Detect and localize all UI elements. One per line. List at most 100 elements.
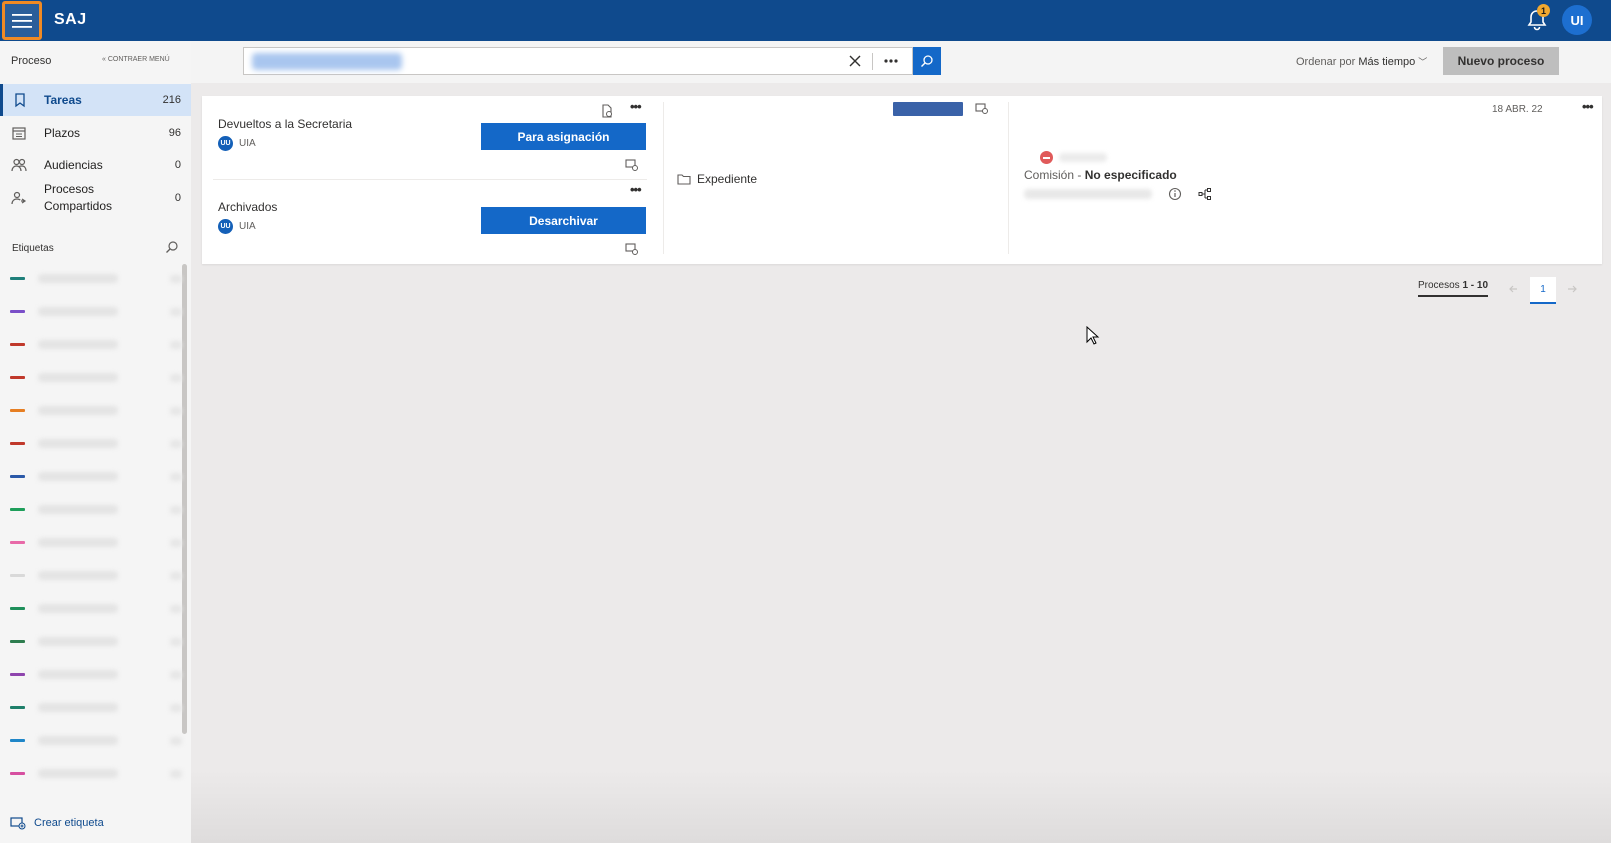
- hierarchy-icon[interactable]: [1198, 187, 1212, 201]
- search-button[interactable]: [913, 47, 941, 75]
- pagination-page-button[interactable]: 1: [1530, 277, 1556, 304]
- create-tag-button[interactable]: Crear etiqueta: [10, 816, 104, 830]
- tag-item[interactable]: [10, 270, 182, 288]
- add-tag-icon[interactable]: [625, 242, 639, 256]
- tag-count-redacted: [170, 473, 182, 481]
- bookmark-icon: [15, 93, 25, 108]
- desarchivar-button[interactable]: Desarchivar: [481, 207, 646, 234]
- tags-scrollbar[interactable]: [182, 264, 187, 734]
- column-divider: [1008, 102, 1009, 254]
- close-icon[interactable]: [848, 54, 862, 68]
- pagination-prefix: Procesos: [1418, 280, 1460, 291]
- tag-item[interactable]: [10, 765, 182, 783]
- tag-item[interactable]: [10, 699, 182, 717]
- task-title: Devueltos a la Secretaria: [218, 117, 353, 131]
- status-text-redacted: [1059, 153, 1107, 162]
- tag-item[interactable]: [10, 402, 182, 420]
- tag-color-swatch: [10, 508, 25, 511]
- process-more-button[interactable]: •••: [1582, 99, 1594, 114]
- process-date: 18 ABR. 22: [1492, 104, 1543, 115]
- hamburger-icon: [12, 13, 32, 28]
- add-tag-icon: [10, 817, 26, 830]
- tag-color-swatch: [10, 640, 25, 643]
- expediente-link[interactable]: Expediente: [677, 172, 757, 186]
- tag-item[interactable]: [10, 534, 182, 552]
- sidebar-item-count: 0: [174, 159, 181, 171]
- tag-name-redacted: [38, 505, 118, 514]
- sidebar-section-title: Proceso: [11, 55, 52, 67]
- assignee-name: UIA: [239, 138, 256, 149]
- tag-count-redacted: [170, 770, 182, 778]
- sort-value: Más tiempo: [1358, 56, 1416, 68]
- tag-color-swatch: [10, 706, 25, 709]
- comision-label: Comisión -: [1024, 168, 1082, 182]
- tag-name-redacted: [38, 439, 118, 448]
- tag-color-swatch: [10, 772, 25, 775]
- tag-item[interactable]: [10, 666, 182, 684]
- tag-name-redacted: [38, 340, 118, 349]
- task-assignee: UU UIA: [218, 219, 256, 234]
- search-input[interactable]: [243, 47, 913, 75]
- task-more-button[interactable]: •••: [630, 182, 642, 197]
- sidebar-item-count: 96: [168, 127, 181, 139]
- info-icon[interactable]: [1168, 187, 1182, 201]
- pagination-range: 1 - 10: [1462, 280, 1489, 291]
- tag-item[interactable]: [10, 435, 182, 453]
- assignee-name: UIA: [239, 221, 256, 232]
- document-clock-icon[interactable]: [600, 104, 614, 118]
- tag-name-redacted: [38, 670, 118, 679]
- tag-name-redacted: [38, 769, 118, 778]
- add-tag-icon[interactable]: [625, 158, 639, 172]
- tag-item[interactable]: [10, 567, 182, 585]
- tag-count-redacted: [170, 374, 182, 382]
- collapse-menu-button[interactable]: « CONTRAER MENÚ: [102, 56, 170, 63]
- column-divider: [663, 102, 664, 254]
- sidebar-item-plazos[interactable]: Plazos 96: [0, 117, 191, 149]
- sidebar-item-label: Plazos: [44, 125, 81, 140]
- tag-color-swatch: [10, 541, 25, 544]
- tag-name-redacted: [38, 571, 118, 580]
- tag-count-redacted: [170, 341, 182, 349]
- app-brand: SAJ: [54, 11, 87, 28]
- search-icon: [921, 55, 933, 67]
- tag-color-swatch: [10, 673, 25, 676]
- tag-name-redacted: [38, 472, 118, 481]
- sidebar-item-count: 216: [162, 94, 181, 106]
- tag-item[interactable]: [10, 732, 182, 750]
- tag-item[interactable]: [10, 468, 182, 486]
- tag-count-redacted: [170, 605, 182, 613]
- tag-count-redacted: [170, 308, 182, 316]
- tag-name-redacted: [38, 307, 118, 316]
- arrow-right-icon[interactable]: [1563, 280, 1581, 298]
- add-tag-icon[interactable]: [975, 102, 989, 116]
- new-process-button[interactable]: Nuevo proceso: [1443, 47, 1559, 75]
- notification-badge: 1: [1537, 4, 1550, 17]
- hamburger-menu-button[interactable]: [2, 1, 42, 40]
- tag-item[interactable]: [10, 303, 182, 321]
- sidebar-item-procesos-compartidos[interactable]: Procesos Compartidos 0: [0, 177, 191, 219]
- search-separator: [872, 53, 873, 70]
- arrow-left-icon[interactable]: [1505, 280, 1523, 298]
- tag-item[interactable]: [10, 633, 182, 651]
- tags-section-title: Etiquetas: [12, 243, 54, 254]
- more-options-icon[interactable]: [881, 52, 901, 70]
- task-assignee: UU UIA: [218, 136, 256, 151]
- search-icon[interactable]: [165, 240, 179, 254]
- chevron-down-icon: ﹀: [1418, 57, 1428, 67]
- tag-item[interactable]: [10, 600, 182, 618]
- sidebar: Proceso « CONTRAER MENÚ Tareas 216 Plazo…: [0, 41, 191, 843]
- sort-prefix: Ordenar por: [1296, 56, 1356, 68]
- task-more-button[interactable]: •••: [630, 99, 642, 114]
- user-avatar[interactable]: UI: [1562, 5, 1592, 35]
- sidebar-item-tareas[interactable]: Tareas 216: [0, 84, 191, 116]
- tag-item[interactable]: [10, 501, 182, 519]
- tag-name-redacted: [38, 274, 118, 283]
- mouse-cursor-icon: [1086, 326, 1100, 345]
- tag-count-redacted: [170, 275, 182, 283]
- share-people-icon: [11, 191, 27, 205]
- para-asignacion-button[interactable]: Para asignación: [481, 123, 646, 150]
- tag-item[interactable]: [10, 336, 182, 354]
- assignee-avatar: UU: [218, 136, 233, 151]
- tag-item[interactable]: [10, 369, 182, 387]
- sort-dropdown[interactable]: Ordenar por Más tiempo ﹀: [1296, 55, 1427, 68]
